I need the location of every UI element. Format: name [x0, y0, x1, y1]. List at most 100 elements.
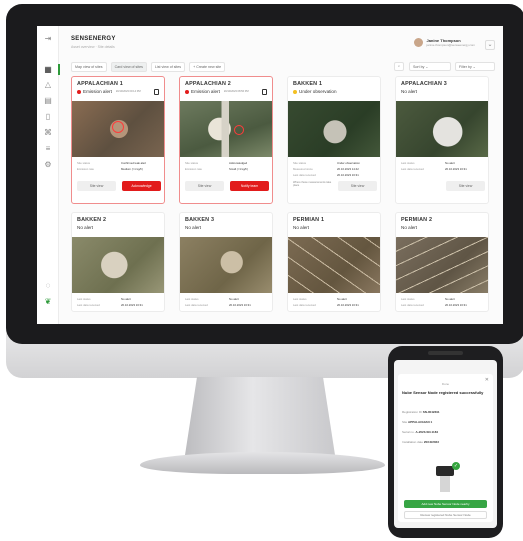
copy-icon[interactable]	[262, 89, 267, 95]
site-view-button[interactable]: Site view	[338, 181, 377, 191]
meta-value: 20.10.2023 16:31	[445, 303, 467, 307]
dialog-row: Installation date 20/10/2023	[402, 440, 439, 444]
leaf-icon[interactable]: ❦	[43, 297, 53, 307]
row-value: APPALACHIAN 1	[408, 420, 433, 424]
tab-card-view[interactable]: Card view of sites	[110, 62, 147, 72]
meta-value: No alert	[445, 161, 455, 165]
site-card-permian-1[interactable]: PERMIAN 1 No alert Last status No alert L…	[287, 212, 381, 312]
card-meta: Last status No alert Last data received 20…	[401, 161, 485, 173]
acknowledge-button[interactable]: Acknowledge	[122, 181, 161, 191]
copy-icon[interactable]	[154, 89, 159, 95]
user-menu-button[interactable]: ⌄	[485, 40, 495, 50]
meta-value: 20.10.2023 16:31	[121, 303, 143, 307]
card-status: Emission alert 20/10/2023 09:14 PM	[77, 89, 141, 94]
grid-icon[interactable]: ▦	[43, 65, 53, 75]
dialog-status: Done	[441, 382, 450, 386]
meta-label: Last data received	[401, 303, 424, 307]
card-title: BAKKEN 2	[77, 217, 107, 223]
sort-label: Sort by	[413, 65, 425, 69]
brand-title: SENSENERGY	[71, 36, 116, 42]
satellite-image	[396, 101, 488, 157]
list-icon[interactable]: ≡	[43, 144, 53, 154]
status-text: Emission alert	[191, 89, 220, 94]
team-icon[interactable]: ⌘	[43, 128, 53, 138]
satellite-image	[180, 237, 272, 293]
status-timestamp: 20/10/2023 09:14 PM	[115, 90, 141, 93]
status-dot-icon	[77, 89, 81, 94]
card-title: PERMIAN 1	[293, 217, 325, 223]
side-navigation: ⇥ ▦ △ ▤ ▯ ⌘ ≡ ⚙ ◌ ❦	[37, 26, 60, 324]
user-profile[interactable]: Janine Thompson janine.thompson@senseene…	[414, 38, 475, 47]
phone-notch	[428, 351, 463, 355]
row-value: A-2023-SN-1184	[415, 430, 439, 434]
card-title: APPALACHIAN 2	[185, 81, 231, 87]
smartphone: ✕ Done Nube Sensor Node registered succe…	[388, 346, 503, 538]
monitor-stand-neck	[185, 377, 335, 455]
tab-list-view[interactable]: List view of sites	[150, 62, 186, 72]
site-card-appalachian-1[interactable]: APPALACHIAN 1 Emission alert 20/10/2023 …	[71, 76, 165, 204]
status-text: No alert	[77, 225, 94, 230]
satellite-image	[288, 237, 380, 293]
create-site-button[interactable]: + Create new site	[189, 62, 226, 72]
building-icon[interactable]: ▤	[43, 96, 53, 106]
satellite-image	[72, 101, 164, 157]
tab-map-view[interactable]: Map view of sites	[71, 62, 107, 72]
filter-dropdown[interactable]: Filter by ⌄	[455, 62, 495, 71]
meta-label: Last status	[293, 297, 307, 301]
meta-label: Emission rate	[77, 167, 94, 171]
meta-value: Medium (>1 kg/h)	[121, 167, 143, 171]
device-icon[interactable]: ▯	[43, 112, 53, 122]
site-card-bakken-1[interactable]: BAKKEN 1 Under observation Site status Un…	[287, 76, 381, 204]
card-meta: Site status Acknowledged Emission rate Sma…	[185, 161, 269, 173]
alert-icon[interactable]: △	[43, 80, 53, 90]
emission-marker-icon	[112, 121, 124, 133]
card-status: No alert	[293, 225, 309, 230]
status-text: No alert	[401, 225, 418, 230]
review-sensor-button[interactable]: Review registered Nube Sensor Node	[404, 511, 487, 519]
meta-label: Last data received	[185, 303, 208, 307]
phone-screen: ✕ Done Nube Sensor Node registered succe…	[394, 360, 497, 528]
add-sensor-button[interactable]: Add new Nube Sensor Node nearby	[404, 500, 487, 508]
meta-value: Confirmed leak alert	[121, 161, 147, 165]
site-view-button[interactable]: Site view	[77, 181, 116, 191]
card-status: Emission alert 20/10/2023 08:56 PM	[185, 89, 249, 94]
site-view-button[interactable]: Site view	[446, 181, 485, 191]
meta-value: 20.10.2023 16:31	[445, 167, 467, 171]
row-value: 20/10/2023	[423, 440, 439, 444]
dialog-row: Registration ID SN-0042391	[402, 410, 440, 414]
card-title: PERMIAN 2	[401, 217, 433, 223]
active-nav-indicator	[58, 64, 60, 75]
sort-dropdown[interactable]: Sort by ⌄	[409, 62, 451, 71]
site-card-bakken-3[interactable]: BAKKEN 3 No alert Last status No alert La…	[179, 212, 273, 312]
collapse-icon[interactable]: ⇥	[43, 34, 53, 44]
row-label: Site	[402, 420, 408, 424]
meta-value: No alert	[445, 297, 455, 301]
meta-label: Last data received	[401, 167, 424, 171]
site-view-button[interactable]: Site view	[185, 181, 224, 191]
card-meta: Last status No alert Last data received 20…	[77, 297, 161, 309]
card-status: No alert	[77, 225, 93, 230]
help-icon[interactable]: ◌	[43, 281, 53, 291]
card-meta: Site status Under observation Measured si…	[293, 161, 377, 179]
status-timestamp: 20/10/2023 08:56 PM	[223, 90, 249, 93]
meta-value: 20.10.2023 16:31	[337, 173, 359, 177]
meta-label: Emission rate	[185, 167, 202, 171]
notify-team-button[interactable]: Notify team	[230, 181, 269, 191]
card-status: No alert	[185, 225, 201, 230]
site-card-appalachian-2[interactable]: APPALACHIAN 2 Emission alert 20/10/2023 …	[179, 76, 273, 204]
settings-icon[interactable]: ⚙	[43, 160, 53, 170]
card-title: BAKKEN 1	[293, 81, 323, 87]
satellite-image	[288, 101, 380, 157]
row-label: Installation date	[402, 440, 424, 444]
meta-label: Site status	[77, 161, 91, 165]
site-card-permian-2[interactable]: PERMIAN 2 No alert Last status No alert L…	[395, 212, 489, 312]
site-card-bakken-2[interactable]: BAKKEN 2 No alert Last status No alert La…	[71, 212, 165, 312]
emission-marker-icon	[234, 125, 244, 135]
dialog-row: Serial no. A-2023-SN-1184	[402, 430, 438, 434]
meta-value: 20.10.2023 14:42	[337, 167, 359, 171]
search-icon[interactable]: ⌕	[394, 62, 404, 71]
dialog-row: Site APPALACHIAN 1	[402, 420, 432, 424]
satellite-image	[180, 101, 272, 157]
site-card-appalachian-3[interactable]: APPALACHIAN 3 No alert Last status No ale…	[395, 76, 489, 204]
card-meta: Last status No alert Last data received 20…	[293, 297, 377, 309]
